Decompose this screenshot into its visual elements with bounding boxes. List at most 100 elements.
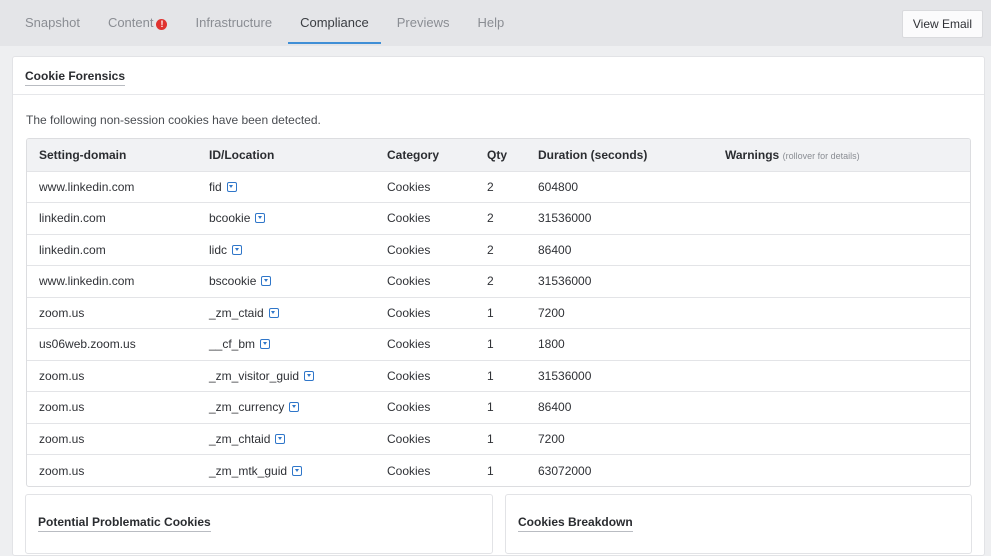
cell-domain: www.linkedin.com	[27, 266, 197, 298]
top-nav-bar: Snapshot Content! Infrastructure Compliance…	[0, 0, 991, 46]
cell-category: Cookies	[375, 329, 475, 361]
cell-duration-text: 7200	[538, 431, 565, 446]
cell-qty: 2	[475, 234, 526, 266]
dropdown-icon[interactable]	[304, 370, 315, 381]
dropdown-icon[interactable]	[232, 244, 243, 255]
column-header-domain[interactable]: Setting-domain	[27, 139, 197, 171]
cell-domain-text: linkedin.com	[39, 242, 106, 257]
cell-category-text: Cookies	[387, 368, 431, 383]
cookies-breakdown-title: Cookies Breakdown	[518, 515, 633, 532]
dropdown-icon[interactable]	[261, 276, 272, 287]
tab-list: Snapshot Content! Infrastructure Compliance…	[0, 0, 516, 46]
cell-duration-text: 604800	[538, 179, 579, 194]
cell-category: Cookies	[375, 266, 475, 298]
cell-domain-text: zoom.us	[39, 400, 85, 415]
cell-domain: zoom.us	[27, 297, 197, 329]
cell-warnings	[713, 234, 970, 266]
cell-domain-text: www.linkedin.com	[39, 179, 135, 194]
dropdown-icon[interactable]	[292, 465, 303, 476]
tab-infrastructure[interactable]: Infrastructure	[183, 0, 284, 46]
cell-domain: zoom.us	[27, 455, 197, 487]
tab-label: Content	[107, 15, 154, 30]
cell-domain: zoom.us	[27, 360, 197, 392]
cell-domain: www.linkedin.com	[27, 171, 197, 203]
table-header-row: Setting-domain ID/Location Category Qty …	[27, 139, 970, 171]
cell-id-text: _zm_visitor_guid	[209, 368, 300, 383]
cell-id: __cf_bm	[197, 329, 375, 361]
cell-id: bcookie	[197, 203, 375, 235]
dropdown-icon[interactable]	[226, 181, 237, 192]
table-row: linkedin.com lidc Cookies 2 86400	[27, 234, 970, 266]
panel-header: Cookie Forensics	[13, 57, 984, 95]
cell-category: Cookies	[375, 423, 475, 455]
cell-warnings	[713, 360, 970, 392]
column-header-id[interactable]: ID/Location	[197, 139, 375, 171]
cell-duration-text: 86400	[538, 242, 572, 257]
dropdown-icon[interactable]	[275, 433, 286, 444]
cell-qty-text: 1	[487, 463, 494, 478]
cell-qty-text: 1	[487, 431, 494, 446]
warnings-label: Warnings	[725, 147, 780, 162]
cell-category: Cookies	[375, 171, 475, 203]
column-header-warnings[interactable]: Warnings (rollover for details)	[713, 139, 970, 171]
tab-compliance[interactable]: Compliance	[288, 0, 381, 46]
table-row: zoom.us _zm_mtk_guid Cookies 1 63072000	[27, 454, 970, 487]
tab-previews[interactable]: Previews	[385, 0, 462, 46]
tab-label: Compliance	[300, 15, 369, 30]
tab-content[interactable]: Content!	[96, 0, 180, 46]
cell-category: Cookies	[375, 297, 475, 329]
cell-id-text: _zm_chtaid	[209, 431, 271, 446]
cell-domain-text: us06web.zoom.us	[39, 337, 136, 352]
tab-label: Infrastructure	[195, 15, 273, 30]
table-row: us06web.zoom.us __cf_bm Cookies 1 1800	[27, 328, 970, 361]
cookie-forensics-panel: Cookie Forensics The following non-sessi…	[12, 56, 985, 556]
cell-duration: 63072000	[526, 455, 713, 487]
table-row: zoom.us _zm_ctaid Cookies 1 7200	[27, 297, 970, 329]
cell-qty: 2	[475, 171, 526, 203]
cell-duration-text: 63072000	[538, 463, 592, 478]
cell-domain: zoom.us	[27, 423, 197, 455]
cell-category-text: Cookies	[387, 211, 431, 226]
view-email-button[interactable]: View Email	[901, 10, 983, 38]
cell-id: _zm_mtk_guid	[197, 455, 375, 487]
cell-duration-text: 31536000	[538, 211, 592, 226]
cell-warnings	[713, 423, 970, 455]
table-row: www.linkedin.com bscookie Cookies 2 31536000	[27, 265, 970, 298]
cell-category-text: Cookies	[387, 463, 431, 478]
tab-label: Previews	[396, 15, 450, 30]
cell-duration-text: 1800	[538, 337, 565, 352]
cell-category: Cookies	[375, 455, 475, 487]
cell-warnings	[713, 392, 970, 424]
tab-help[interactable]: Help	[465, 0, 516, 46]
cell-qty: 2	[475, 266, 526, 298]
cell-duration-text: 86400	[538, 400, 572, 415]
cell-id: _zm_currency	[197, 392, 375, 424]
cell-category-text: Cookies	[387, 400, 431, 415]
cell-id: _zm_ctaid	[197, 297, 375, 329]
cell-qty-text: 2	[487, 274, 494, 289]
column-header-duration[interactable]: Duration (seconds)	[526, 139, 713, 171]
cell-qty-text: 2	[487, 211, 494, 226]
tab-snapshot[interactable]: Snapshot	[13, 0, 92, 46]
problematic-cookies-title: Potential Problematic Cookies	[38, 515, 211, 532]
cell-id-text: _zm_currency	[209, 400, 285, 415]
section-title: Cookie Forensics	[25, 69, 126, 86]
column-header-category[interactable]: Category	[375, 139, 475, 171]
cell-qty: 1	[475, 423, 526, 455]
table-row: zoom.us _zm_chtaid Cookies 1 7200	[27, 423, 970, 455]
dropdown-icon[interactable]	[268, 307, 279, 318]
cell-id-text: bscookie	[209, 274, 257, 289]
cell-duration-text: 31536000	[538, 274, 592, 289]
dropdown-icon[interactable]	[289, 402, 300, 413]
column-header-qty[interactable]: Qty	[475, 139, 526, 171]
table-row: www.linkedin.com fid Cookies 2 604800	[27, 171, 970, 203]
dropdown-icon[interactable]	[255, 213, 266, 224]
cell-category-text: Cookies	[387, 274, 431, 289]
cell-duration: 7200	[526, 297, 713, 329]
cell-duration: 1800	[526, 329, 713, 361]
cell-id: _zm_visitor_guid	[197, 360, 375, 392]
cell-domain-text: zoom.us	[39, 305, 85, 320]
dropdown-icon[interactable]	[260, 339, 271, 350]
table-row: zoom.us _zm_visitor_guid Cookies 1 31536000	[27, 360, 970, 392]
cell-duration: 86400	[526, 392, 713, 424]
